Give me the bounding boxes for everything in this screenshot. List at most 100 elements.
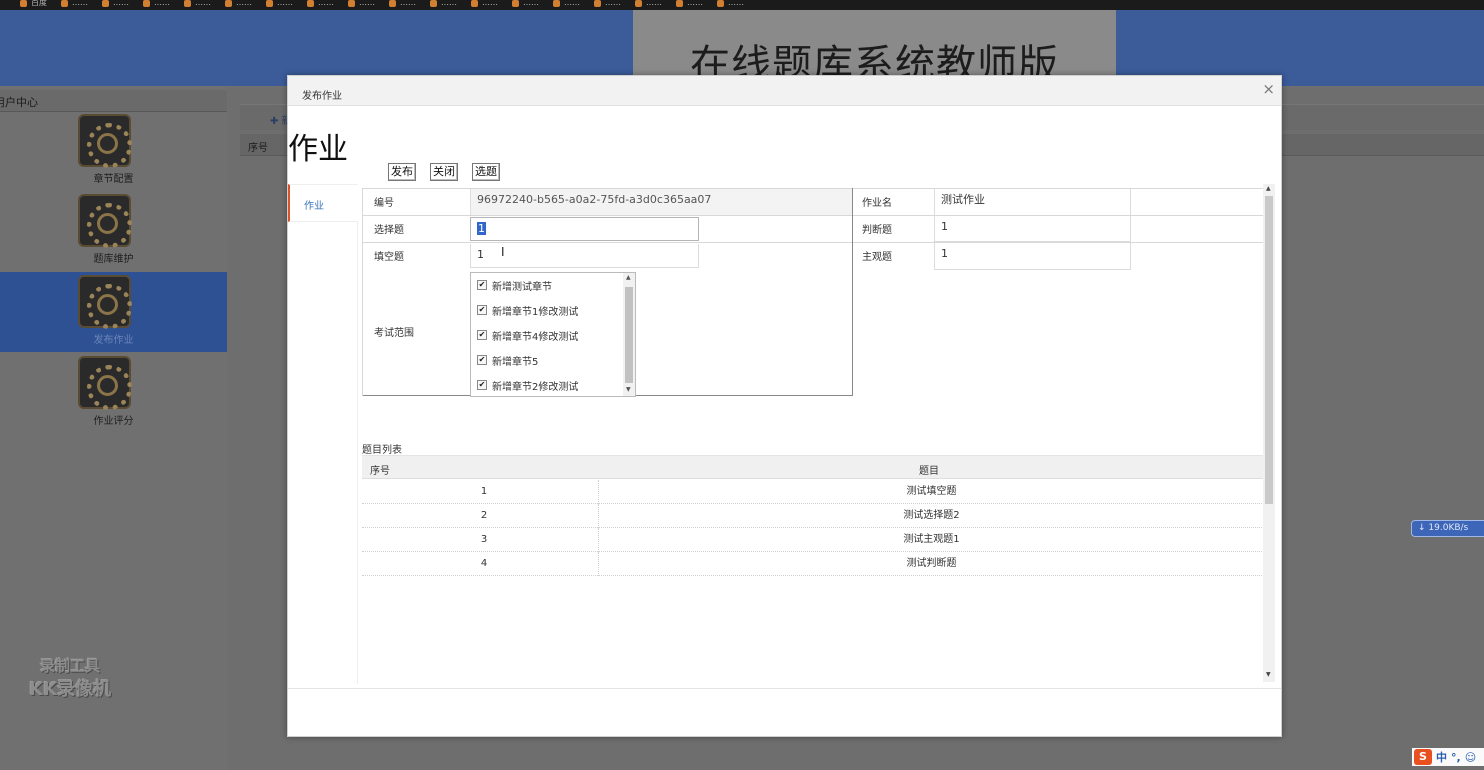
bookmark-label: ……	[318, 0, 334, 7]
bookmark-favicon-icon	[389, 0, 396, 7]
bookmark-item[interactable]: ……	[143, 0, 170, 10]
name-label: 作业名	[862, 198, 892, 209]
gear-icon	[78, 356, 132, 410]
dialog-scrollbar[interactable]: ▲ ▼	[1263, 184, 1275, 682]
sidebar-item-label: 作业评分	[93, 416, 134, 427]
gear-icon	[78, 275, 132, 329]
bookmark-item[interactable]: 百度	[20, 0, 47, 10]
bookmark-item[interactable]: ……	[61, 0, 88, 10]
grid-line	[852, 188, 853, 396]
ime-lang-toggle[interactable]: 中	[1436, 749, 1447, 765]
bookmark-item[interactable]: ……	[471, 0, 498, 10]
gear-icon	[78, 114, 132, 168]
dialog-tab-strip: 作业	[288, 184, 358, 684]
judge-count-field[interactable]: 1	[934, 216, 1131, 242]
bookmark-item[interactable]: ……	[348, 0, 375, 10]
sidebar-item-chapter-config[interactable]: 章节配置	[0, 114, 227, 194]
bookmark-item[interactable]: ……	[225, 0, 252, 10]
scrollbar-thumb[interactable]	[1265, 196, 1273, 504]
bookmark-label: ……	[154, 0, 170, 7]
bookmark-favicon-icon	[266, 0, 273, 7]
checkbox-checked-icon[interactable]: ✔	[477, 280, 487, 290]
sidebar-item-label: 章节配置	[93, 174, 134, 185]
bookmark-favicon-icon	[61, 0, 68, 7]
checkbox-checked-icon[interactable]: ✔	[477, 305, 487, 315]
sidebar-item-publish-homework[interactable]: 发布作业	[0, 272, 227, 352]
scope-list-scrollbar[interactable]: ▲ ▼	[623, 273, 635, 396]
subjective-count-field[interactable]: 1	[934, 243, 1131, 270]
bookmark-favicon-icon	[635, 0, 642, 7]
table-row[interactable]: 2 测试选择题2	[362, 504, 1264, 528]
bookmark-label: ……	[113, 0, 129, 7]
sidebar-item-label: 发布作业	[93, 335, 134, 346]
checkbox-checked-icon[interactable]: ✔	[477, 355, 487, 365]
bookmark-item[interactable]: ……	[307, 0, 334, 10]
bookmark-item[interactable]: ……	[512, 0, 539, 10]
checkbox-checked-icon[interactable]: ✔	[477, 330, 487, 340]
column-header-title[interactable]: 题目	[919, 462, 939, 477]
scope-option[interactable]: ✔ 新增章节1修改测试	[477, 299, 578, 321]
judge-count-label: 判断题	[862, 225, 892, 236]
scrollbar-thumb[interactable]	[625, 287, 633, 383]
scroll-up-icon[interactable]: ▲	[626, 274, 631, 281]
scope-option[interactable]: ✔ 新增章节5	[477, 349, 538, 371]
scope-checkbox-list[interactable]: ✔ 新增测试章节 ✔ 新增章节1修改测试 ✔ 新增章节4修改测试 ✔ 新增章节5…	[470, 272, 636, 397]
scope-option-label: 新增章节5	[492, 356, 539, 368]
ime-punct-toggle[interactable]: °,	[1451, 751, 1461, 764]
bookmark-favicon-icon	[676, 0, 683, 7]
bookmark-label: ……	[400, 0, 416, 7]
cell-seq: 3	[370, 528, 599, 552]
sidebar-item-homework-grading[interactable]: 作业评分	[0, 356, 227, 436]
scroll-down-icon[interactable]: ▼	[626, 386, 631, 393]
table-row[interactable]: 4 测试判断题	[362, 552, 1264, 576]
select-questions-button[interactable]: 选题	[472, 163, 500, 181]
table-row[interactable]: 1 测试填空题	[362, 480, 1264, 504]
bookmark-label: ……	[564, 0, 580, 7]
bookmark-label: ……	[482, 0, 498, 7]
publish-button[interactable]: 发布	[388, 163, 416, 181]
tab-homework[interactable]: 作业	[288, 184, 358, 222]
bookmark-label: 百度	[31, 0, 47, 7]
checkbox-checked-icon[interactable]: ✔	[477, 380, 487, 390]
table-header: 序号 题目	[362, 455, 1264, 479]
scope-option[interactable]: ✔ 新增章节4修改测试	[477, 324, 578, 346]
homework-name-field[interactable]: 测试作业	[934, 189, 1131, 215]
bookmark-favicon-icon	[143, 0, 150, 7]
dialog-header: 发布作业 ×	[288, 76, 1281, 106]
scope-option[interactable]: ✔ 新增测试章节	[477, 274, 552, 296]
bookmark-item[interactable]: ……	[553, 0, 580, 10]
bookmark-item[interactable]: ……	[266, 0, 293, 10]
scope-option-label: 新增章节1修改测试	[492, 306, 579, 318]
bookmark-item[interactable]: ……	[102, 0, 129, 10]
column-header-seq[interactable]: 序号	[370, 462, 390, 477]
ime-logo-icon[interactable]: S	[1414, 749, 1432, 765]
sidebar-item-question-bank[interactable]: 题库维护	[0, 194, 227, 274]
subjective-count-label: 主观题	[862, 252, 892, 263]
bookmark-item[interactable]: ……	[635, 0, 662, 10]
bookmark-label: ……	[605, 0, 621, 7]
cell-title: 测试判断题	[906, 558, 957, 569]
bookmark-favicon-icon	[594, 0, 601, 7]
scroll-down-icon[interactable]: ▼	[1266, 671, 1271, 678]
collapse-icon[interactable]: »	[0, 93, 219, 104]
scope-option[interactable]: ✔ 新增章节2修改测试	[477, 374, 578, 396]
bookmark-label: ……	[277, 0, 293, 7]
bookmark-item[interactable]: ……	[717, 0, 744, 10]
scroll-up-icon[interactable]: ▲	[1266, 185, 1271, 192]
table-row[interactable]: 3 测试主观题1	[362, 528, 1264, 552]
text-cursor-icon: I	[501, 245, 505, 259]
bookmark-item[interactable]: ……	[594, 0, 621, 10]
bookmark-item[interactable]: ……	[676, 0, 703, 10]
choice-count-field[interactable]: 1	[470, 217, 699, 241]
bookmark-item[interactable]: ……	[184, 0, 211, 10]
sidebar-section-header[interactable]: 用户中心 »	[0, 90, 227, 112]
bookmark-item[interactable]: ……	[389, 0, 416, 10]
ime-emoji-icon[interactable]: ☺	[1465, 751, 1476, 764]
ime-toolbar[interactable]: S 中 °, ☺	[1412, 748, 1484, 766]
cell-title: 测试主观题1	[903, 534, 960, 545]
close-icon[interactable]: ×	[1262, 82, 1275, 97]
bookmark-item[interactable]: ……	[430, 0, 457, 10]
close-button[interactable]: 关闭	[430, 163, 458, 181]
dialog-footer	[288, 688, 1281, 736]
selected-text: 1	[477, 222, 486, 235]
